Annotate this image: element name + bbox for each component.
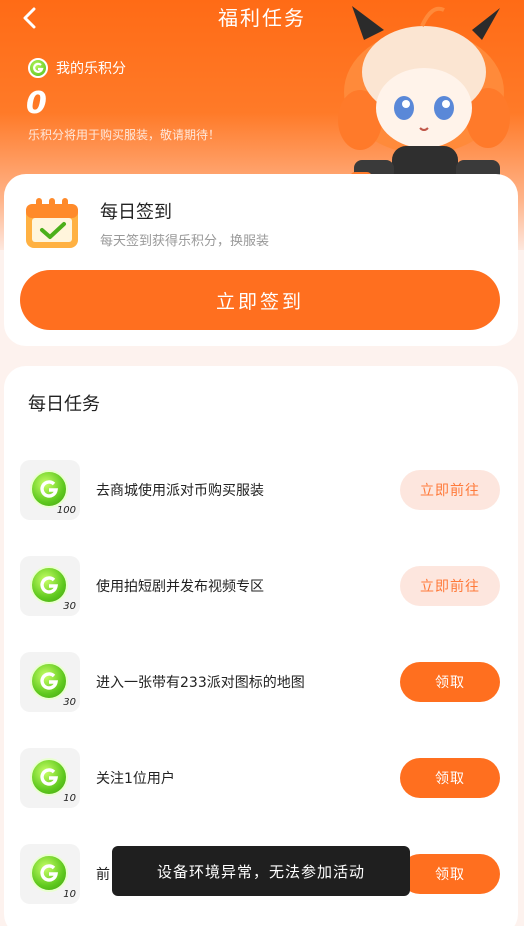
task-reward-icon: 10 (20, 844, 80, 904)
points-value: 0 (26, 86, 47, 121)
tasks-title: 每日任务 (28, 394, 100, 415)
mascot-illustration (338, 6, 510, 186)
task-claim-button[interactable]: 领取 (400, 662, 500, 702)
task-reward-icon: 30 (20, 652, 80, 712)
reward-amount: 10 (63, 793, 76, 804)
task-reward-icon: 10 (20, 748, 80, 808)
reward-amount: 30 (63, 697, 76, 708)
task-claim-button[interactable]: 领取 (400, 854, 500, 894)
toast-message: 设备环境异常，无法参加活动 (112, 846, 410, 896)
daily-tasks-card: 每日任务 100 去商城使用派对币购买服装 立即前往 30 使用拍短剧并发布视频… (4, 366, 518, 926)
task-row: 30 进入一张带有233派对图标的地图 领取 (4, 652, 518, 714)
calendar-check-icon (26, 198, 78, 248)
task-reward-icon: 30 (20, 556, 80, 616)
le-points-icon (30, 854, 68, 892)
task-description: 关注1位用户 (96, 771, 175, 787)
task-go-button[interactable]: 立即前往 (400, 566, 500, 606)
points-label: 我的乐积分 (56, 61, 126, 77)
points-description: 乐积分将用于购买服装，敬请期待！ (28, 128, 221, 142)
points-header: 我的乐积分 (28, 58, 126, 78)
daily-signin-card: 每日签到 每天签到获得乐积分，换服装 立即签到 (4, 174, 518, 346)
signin-description: 每天签到获得乐积分，换服装 (100, 234, 270, 249)
reward-amount: 10 (63, 889, 76, 900)
task-claim-button[interactable]: 领取 (400, 758, 500, 798)
reward-amount: 100 (56, 505, 76, 516)
le-points-icon (30, 662, 68, 700)
task-row: 100 去商城使用派对币购买服装 立即前往 (4, 460, 518, 522)
task-description: 进入一张带有233派对图标的地图 (96, 675, 305, 691)
le-points-icon (28, 58, 48, 78)
task-description: 前 (96, 867, 110, 883)
task-row: 10 关注1位用户 领取 (4, 748, 518, 810)
task-go-button[interactable]: 立即前往 (400, 470, 500, 510)
reward-amount: 30 (63, 601, 76, 612)
task-row: 30 使用拍短剧并发布视频专区 立即前往 (4, 556, 518, 618)
le-points-icon (30, 758, 68, 796)
task-description: 去商城使用派对币购买服装 (96, 483, 264, 499)
signin-title: 每日签到 (100, 202, 172, 223)
task-reward-icon: 100 (20, 460, 80, 520)
le-points-icon (30, 566, 68, 604)
le-points-icon (30, 470, 68, 508)
task-description: 使用拍短剧并发布视频专区 (96, 579, 264, 595)
signin-button[interactable]: 立即签到 (20, 270, 500, 330)
